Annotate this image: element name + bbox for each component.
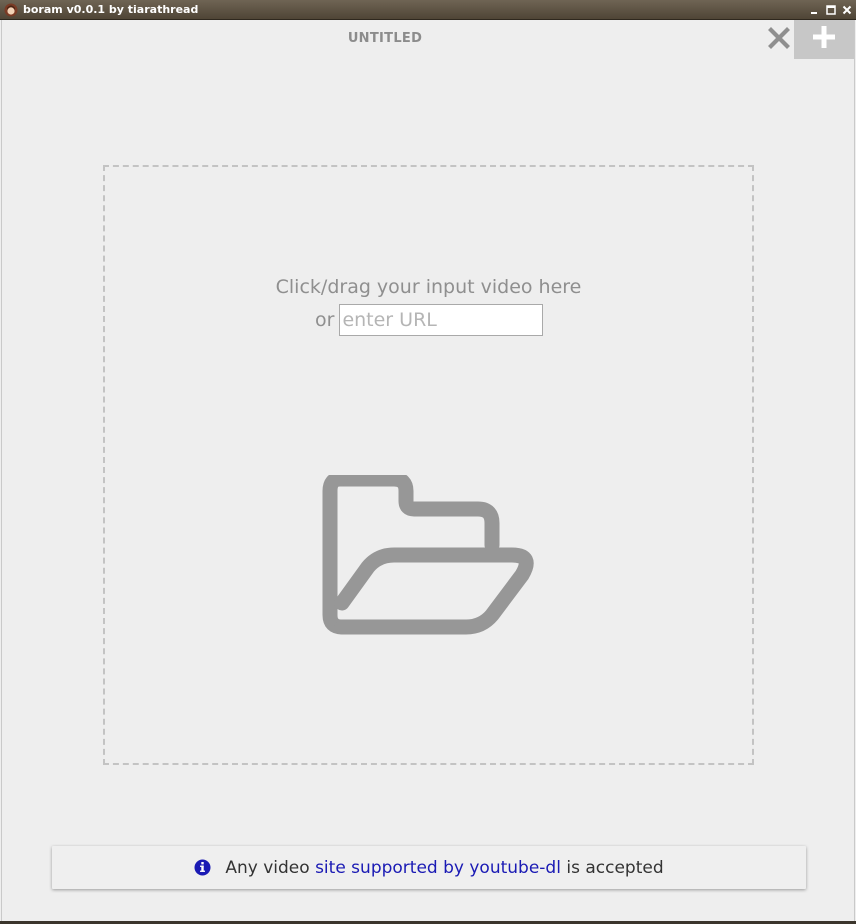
youtube-dl-sites-link[interactable]: site supported by youtube-dl [315,858,561,878]
window-titlebar[interactable]: boram v0.0.1 by tiarathread [0,0,856,20]
plus-icon [812,25,836,54]
info-prefix-text: Any video [225,857,310,878]
drop-hint-text: Click/drag your input video here [275,276,582,298]
url-row: or [315,304,544,336]
window-title: boram v0.0.1 by tiarathread [23,3,199,16]
add-tab-button[interactable] [794,20,854,59]
folder-open-icon [322,471,538,635]
info-suffix-text: is accepted [566,857,664,878]
minimize-icon[interactable] [808,2,821,18]
app-main: UNTITLED Click/drag your input video her… [1,20,855,921]
close-icon[interactable] [840,2,853,18]
or-label: or [315,309,335,331]
maximize-icon[interactable] [824,2,837,18]
window-controls [808,2,853,18]
url-input[interactable] [339,304,544,336]
tab-title[interactable]: UNTITLED [285,31,485,46]
video-drop-zone[interactable]: Click/drag your input video here or [103,165,754,765]
app-avatar-icon [4,3,18,17]
info-circle-icon [194,859,211,876]
close-x-icon [768,26,790,54]
info-bar: Any video site supported by youtube-dl i… [52,846,806,889]
close-tab-button[interactable] [766,26,792,54]
